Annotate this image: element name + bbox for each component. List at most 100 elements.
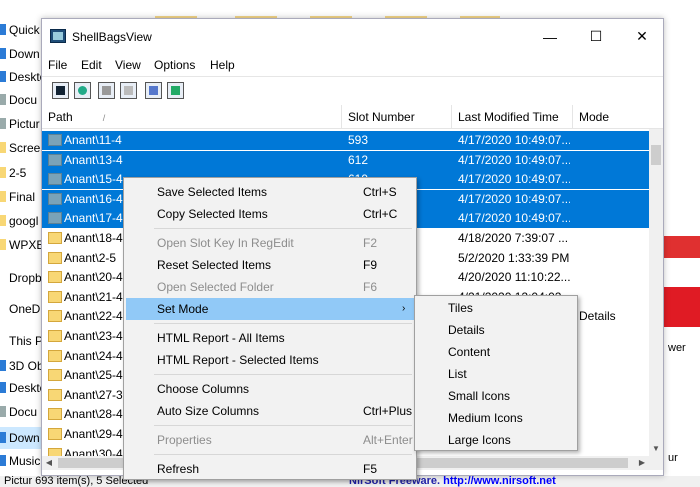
nav-item-label: Down — [9, 47, 40, 61]
submenu-item-label: Large Icons — [448, 433, 511, 447]
nav-item-label: Quick a — [9, 23, 42, 37]
submenu-item-label: Tiles — [448, 301, 473, 315]
cell-time: 4/18/2020 7:39:07 ... — [458, 231, 569, 245]
submenu-item-label: List — [448, 367, 467, 381]
menu-item-shortcut: F2 — [363, 236, 378, 250]
properties-icon[interactable] — [120, 82, 137, 99]
submenu-item-list[interactable]: List — [417, 363, 575, 385]
scroll-down-icon[interactable]: ▼ — [649, 442, 663, 456]
menu-file[interactable]: File — [48, 58, 67, 72]
submenu-item-large-icons[interactable]: Large Icons — [417, 429, 575, 451]
document-icon — [0, 94, 6, 105]
column-header-time[interactable]: Last Modified Time — [452, 105, 573, 129]
submenu-item-small-icons[interactable]: Small Icons — [417, 385, 575, 407]
menu-item-copy-selected-items[interactable]: Copy Selected Items Ctrl+C — [126, 203, 414, 225]
menu-item-auto-size-columns[interactable]: Auto Size Columns Ctrl+Plus — [126, 400, 414, 422]
nav-item[interactable]: 3D Ob — [0, 355, 42, 377]
menu-item-open-slot-key[interactable]: Open Slot Key In RegEdit F2 — [126, 232, 414, 254]
nav-item-label: Music — [9, 454, 41, 468]
nav-item[interactable]: This PC — [0, 330, 42, 352]
close-button[interactable]: ✕ — [619, 19, 665, 54]
window-title: ShellBagsView — [72, 30, 152, 44]
menu-item-label: Copy Selected Items — [157, 207, 268, 221]
music-icon — [0, 455, 6, 466]
folder-icon — [48, 408, 62, 421]
refresh-icon[interactable] — [74, 82, 91, 99]
submenu-item-tiles[interactable]: Tiles — [417, 297, 575, 319]
save-icon[interactable] — [52, 82, 69, 99]
scroll-left-icon[interactable]: ◀ — [42, 456, 56, 470]
chevron-right-icon: › — [402, 303, 406, 314]
menu-item-reset-selected-items[interactable]: Reset Selected Items F9 — [126, 254, 414, 276]
nav-item[interactable]: Music — [0, 450, 42, 472]
nav-item[interactable]: Screen — [0, 137, 42, 159]
folder-icon — [48, 349, 62, 362]
table-row[interactable]: Anant\13-4 612 4/17/2020 10:49:07... — [42, 150, 649, 170]
nav-item[interactable]: googl — [0, 210, 42, 232]
submenu-item-content[interactable]: Content — [417, 341, 575, 363]
table-row[interactable]: Anant\11-4 593 4/17/2020 10:49:07... — [42, 131, 649, 150]
nav-item-label: googl — [9, 214, 39, 228]
menu-item-label: Choose Columns — [157, 382, 250, 396]
nav-item[interactable]: Quick a — [0, 19, 42, 41]
nav-item[interactable]: WPXB — [0, 234, 42, 256]
folder-icon — [48, 251, 62, 264]
nav-item-label: Deskto — [9, 381, 42, 395]
nav-item[interactable]: Dropbo — [0, 267, 42, 289]
menu-item-label: Reset Selected Items — [157, 258, 272, 272]
column-header-path[interactable]: Path / — [42, 105, 342, 129]
menu-item-refresh[interactable]: Refresh F5 — [126, 458, 414, 480]
menu-item-properties[interactable]: Properties Alt+Enter — [126, 429, 414, 451]
column-header-mode[interactable]: Mode — [573, 105, 649, 129]
exit-icon[interactable] — [167, 82, 184, 99]
nav-item-label: Deskto — [9, 70, 42, 84]
nirsoft-link[interactable]: http://www.nirsoft.net — [443, 476, 556, 487]
nav-item[interactable]: Deskto — [0, 66, 42, 88]
menu-separator — [154, 228, 412, 229]
nav-item[interactable]: Deskto — [0, 377, 42, 399]
menu-edit[interactable]: Edit — [81, 58, 102, 72]
menu-item-open-selected-folder[interactable]: Open Selected Folder F6 — [126, 276, 414, 298]
nav-item[interactable]: Docu — [0, 401, 42, 423]
cell-slot: 612 — [348, 152, 369, 167]
minimize-button[interactable]: — — [527, 19, 573, 54]
submenu-item-medium-icons[interactable]: Medium Icons — [417, 407, 575, 429]
menu-item-html-report-all[interactable]: HTML Report - All Items — [126, 327, 414, 349]
menu-item-shortcut: Ctrl+Plus — [363, 404, 413, 418]
menu-item-html-report-selected[interactable]: HTML Report - Selected Items — [126, 349, 414, 371]
menu-separator — [154, 425, 412, 426]
scroll-right-icon[interactable]: ▶ — [635, 456, 649, 470]
nav-item-label: Final — [9, 190, 36, 204]
column-header-slot[interactable]: Slot Number — [342, 105, 452, 129]
menu-item-save-selected-items[interactable]: Save Selected Items Ctrl+S — [126, 181, 414, 203]
folder-icon — [48, 310, 62, 323]
nav-item[interactable]: OneDriv — [0, 298, 42, 320]
nav-item-label: Screen — [9, 141, 42, 155]
menu-options[interactable]: Options — [154, 58, 195, 72]
nav-item[interactable]: Docu — [0, 89, 42, 111]
desktop-icon — [0, 71, 6, 82]
nav-item-label: Down — [9, 431, 40, 445]
submenu-item-details[interactable]: Details — [417, 319, 575, 341]
copy-icon[interactable] — [98, 82, 115, 99]
maximize-button[interactable]: ☐ — [573, 19, 619, 54]
star-icon — [0, 24, 6, 35]
vertical-scrollbar[interactable]: ▼ — [649, 129, 663, 456]
scroll-thumb[interactable] — [651, 145, 661, 165]
nav-item[interactable]: Down — [0, 43, 42, 65]
menu-view[interactable]: View — [115, 58, 141, 72]
menu-item-choose-columns[interactable]: Choose Columns — [126, 378, 414, 400]
nav-item[interactable]: Final — [0, 186, 42, 208]
menu-item-set-mode[interactable]: Set Mode › — [126, 298, 414, 320]
find-icon[interactable] — [145, 82, 162, 99]
menu-help[interactable]: Help — [210, 58, 235, 72]
sort-indicator-icon: / — [102, 113, 106, 123]
title-bar[interactable]: ShellBagsView — ☐ ✕ — [42, 19, 663, 54]
nav-item[interactable]: 2-5 — [0, 162, 42, 184]
nav-item[interactable]: Pictur — [0, 113, 42, 135]
nav-item[interactable]: Down — [0, 427, 42, 449]
menu-separator — [154, 454, 412, 455]
menu-item-shortcut: F5 — [363, 462, 378, 476]
nav-item-label: 3D Ob — [9, 359, 42, 373]
bg-red-banner — [662, 287, 700, 327]
